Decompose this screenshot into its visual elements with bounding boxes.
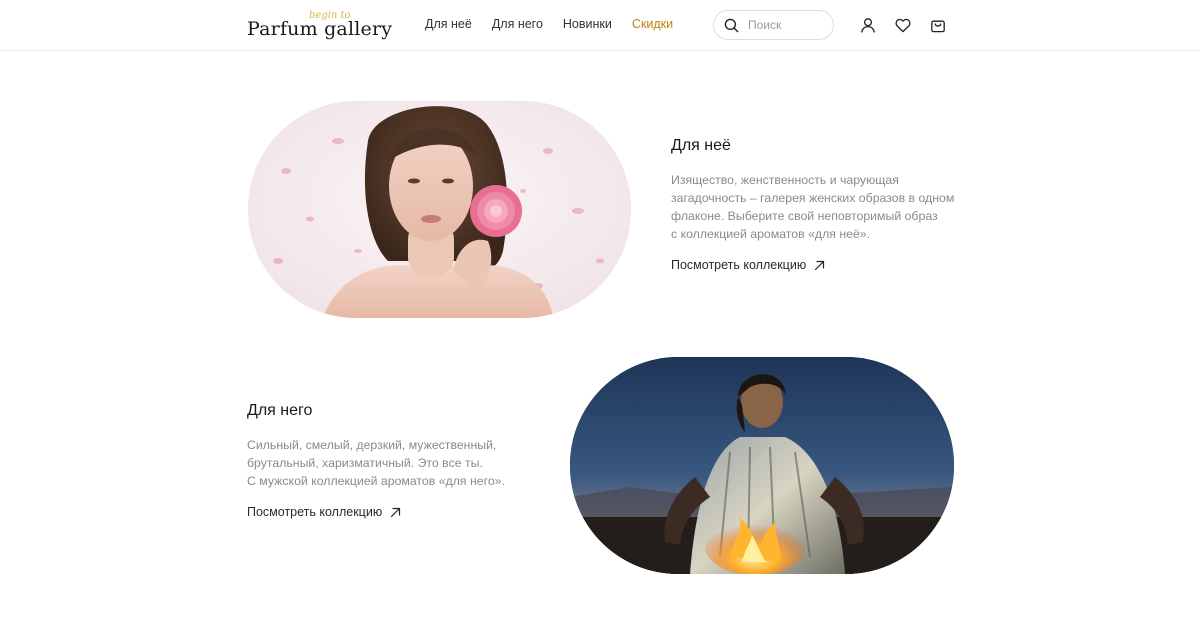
nav-item-new[interactable]: Новинки [563, 17, 612, 31]
section-text-line: с коллекцией ароматов «для неё». [671, 227, 871, 241]
section-text-line: брутальный, харизматичный. Это все ты. [247, 456, 483, 470]
section-title-him: Для него [247, 402, 313, 419]
section-text-line: Сильный, смелый, дерзкий, мужественный, [247, 438, 497, 452]
section-text-line: Изящество, женственность и чарующая [671, 173, 899, 187]
arrow-up-right-icon [391, 507, 401, 517]
section-text-her: Изящество, женственность и чарующая зага… [671, 171, 971, 243]
cart-icon[interactable] [929, 16, 947, 34]
search-icon [724, 18, 739, 32]
section-text-line: флаконе. Выберите свой неповторимый обра… [671, 209, 938, 223]
search-box[interactable] [713, 10, 834, 40]
section-text-line: загадочность – галерея женских образов в… [671, 191, 955, 205]
view-collection-label: Посмотреть коллекцию [671, 258, 807, 272]
woman-with-peony-photo [248, 101, 631, 318]
user-icon[interactable] [859, 16, 877, 34]
search-input[interactable] [748, 18, 818, 32]
nav-item-for-her[interactable]: Для неё [425, 17, 472, 31]
main-nav: Для неё Для него Новинки Скидки [425, 17, 693, 31]
nav-item-sale[interactable]: Скидки [632, 17, 673, 31]
view-collection-label: Посмотреть коллекцию [247, 505, 383, 519]
section-title-her: Для неё [671, 137, 731, 154]
section-text-line: С мужской коллекцией ароматов «для него»… [247, 474, 505, 488]
view-collection-her-link[interactable]: Посмотреть коллекцию [671, 258, 825, 272]
heart-icon[interactable] [894, 16, 912, 34]
nav-item-for-him[interactable]: Для него [492, 17, 543, 31]
logo-text: Parfum gallery [247, 18, 393, 40]
arrow-up-right-icon [815, 260, 825, 270]
section-text-him: Сильный, смелый, дерзкий, мужественный, … [247, 436, 547, 490]
man-by-campfire-photo [570, 357, 954, 574]
view-collection-him-link[interactable]: Посмотреть коллекцию [247, 505, 401, 519]
logo[interactable]: begin to Parfum gallery [247, 10, 397, 42]
site-header: begin to Parfum gallery Для неё Для него… [0, 0, 1200, 51]
